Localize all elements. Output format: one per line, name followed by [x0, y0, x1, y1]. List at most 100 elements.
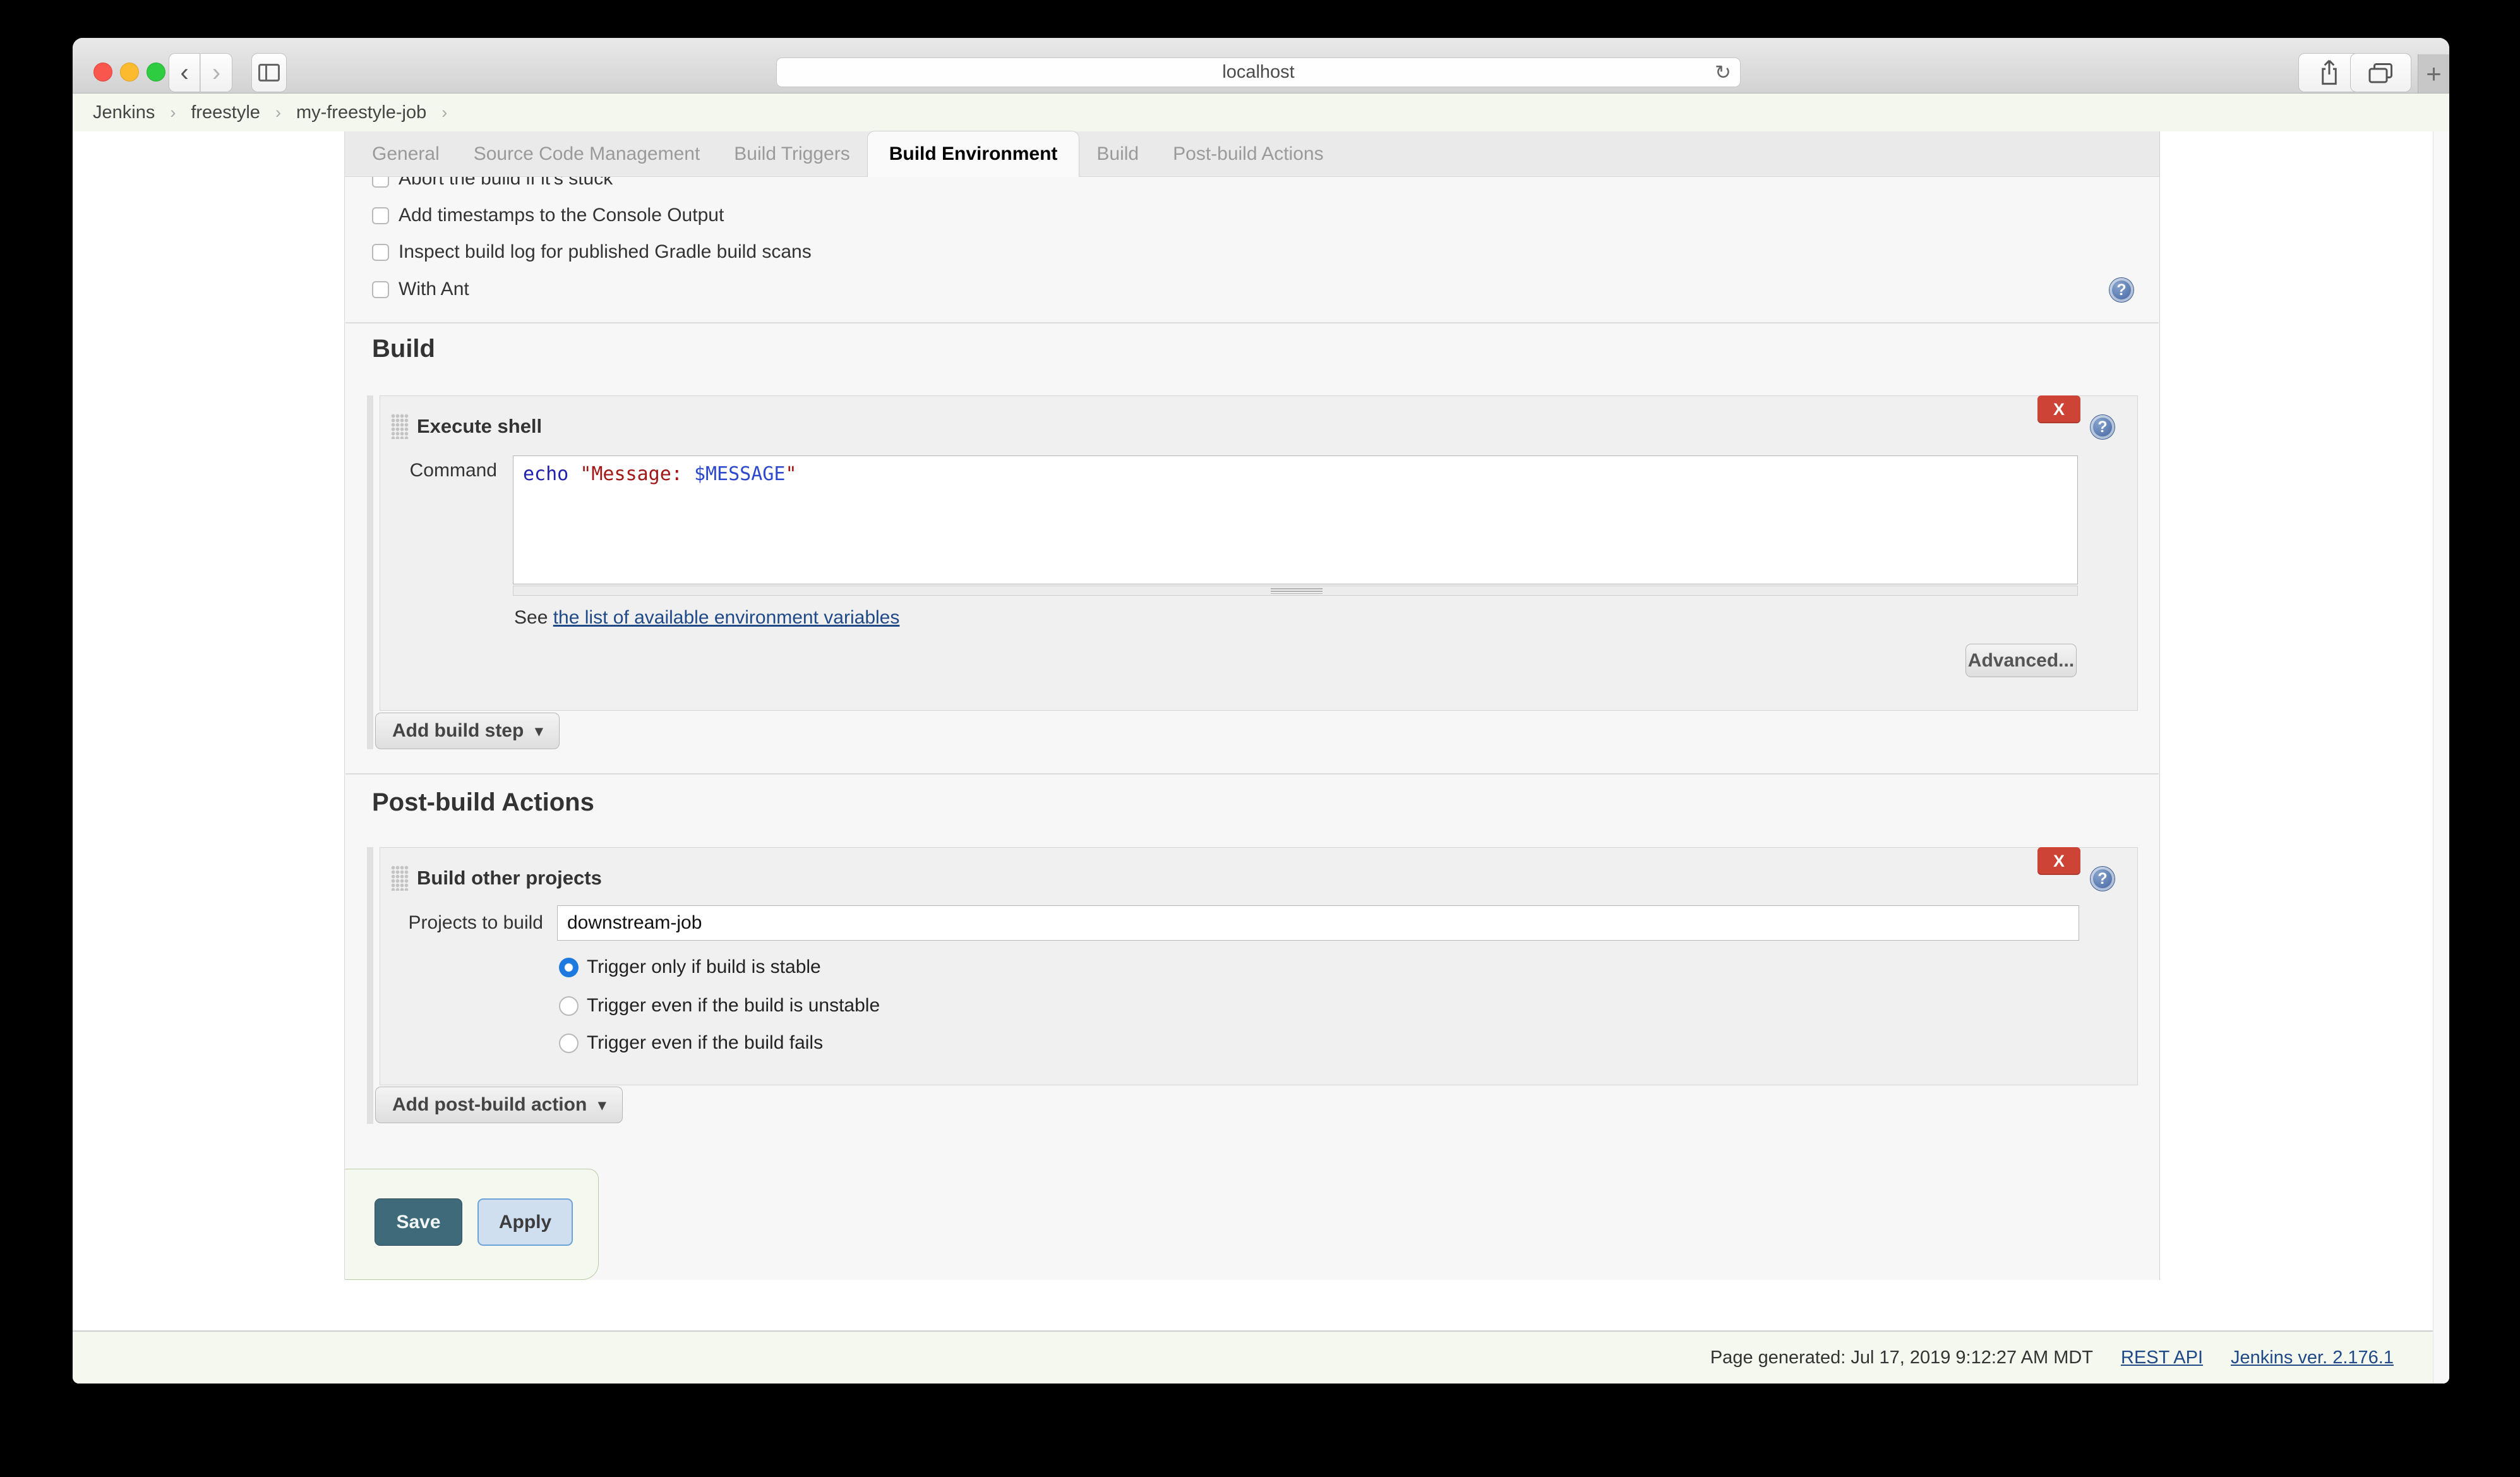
shell-token: " [785, 463, 796, 485]
checkbox-label[interactable]: With Ant [399, 279, 469, 300]
chevron-down-icon: ▾ [598, 1096, 606, 1114]
post-build-action-title: Build other projects [417, 867, 602, 889]
see-prefix: See [514, 607, 553, 628]
back-button[interactable]: ‹ [169, 53, 200, 92]
tab-build-triggers[interactable]: Build Triggers [717, 132, 867, 176]
traffic-lights [93, 63, 165, 81]
address-bar[interactable]: localhost ↻ [776, 57, 1741, 87]
address-bar-url: localhost [1222, 62, 1294, 83]
timestamps-checkbox[interactable] [372, 207, 389, 224]
radio-row-stable: Trigger only if build is stable [559, 955, 821, 979]
trigger-stable-radio[interactable] [559, 958, 579, 977]
textarea-resize-handle[interactable] [513, 586, 2078, 596]
trigger-fails-radio[interactable] [559, 1034, 579, 1053]
breadcrumb-freestyle[interactable]: freestyle [191, 102, 260, 123]
post-build-track [367, 847, 373, 1124]
section-divider [345, 322, 2159, 323]
execute-shell-step: X ? Execute shell Command echo "Message:… [380, 395, 2138, 711]
shell-token: $MESSAGE [694, 463, 786, 485]
bottom-button-panel: Save Apply [345, 1169, 599, 1280]
zoom-window-button[interactable] [147, 63, 165, 81]
forward-button[interactable]: › [201, 53, 232, 92]
chevron-right-icon: › [441, 103, 447, 123]
command-label: Command [405, 460, 497, 481]
projects-to-build-value: downstream-job [567, 912, 702, 934]
new-tab-button[interactable]: + [2418, 54, 2449, 93]
page-footer: Page generated: Jul 17, 2019 9:12:27 AM … [73, 1330, 2449, 1384]
delete-build-step-button[interactable]: X [2037, 395, 2080, 423]
checkbox-label[interactable]: Add timestamps to the Console Output [399, 205, 724, 226]
projects-to-build-input[interactable]: downstream-job [557, 905, 2079, 941]
help-icon[interactable]: ? [2109, 278, 2133, 302]
jenkins-version-link[interactable]: Jenkins ver. 2.176.1 [2231, 1347, 2394, 1368]
browser-window: ‹ › localhost ↻ + [73, 38, 2449, 1384]
tab-post-build-actions[interactable]: Post-build Actions [1156, 132, 1340, 176]
radio-label[interactable]: Trigger only if build is stable [587, 956, 821, 978]
reload-icon[interactable]: ↻ [1715, 61, 1731, 84]
tab-general[interactable]: General [355, 132, 457, 176]
rest-api-link[interactable]: REST API [2121, 1347, 2203, 1368]
shell-token: echo [523, 463, 580, 485]
radio-row-unstable: Trigger even if the build is unstable [559, 994, 880, 1018]
breadcrumb-my-freestyle-job[interactable]: my-freestyle-job [296, 102, 426, 123]
back-icon: ‹ [180, 59, 188, 87]
resize-grip-icon [1271, 588, 1323, 594]
minimize-window-button[interactable] [120, 63, 139, 81]
tab-source-code-management[interactable]: Source Code Management [457, 132, 717, 176]
show-tabs-button[interactable] [2350, 53, 2411, 92]
with-ant-checkbox[interactable] [372, 281, 389, 298]
tab-build[interactable]: Build [1079, 132, 1156, 176]
checkbox-row-timestamps: Add timestamps to the Console Output [372, 196, 724, 235]
add-build-step-button[interactable]: Add build step ▾ [375, 713, 560, 749]
plus-icon: + [2426, 59, 2442, 89]
help-icon[interactable]: ? [2091, 415, 2115, 439]
apply-button[interactable]: Apply [477, 1198, 573, 1246]
radio-row-fails: Trigger even if the build fails [559, 1031, 823, 1055]
trigger-unstable-radio[interactable] [559, 996, 579, 1016]
checkbox-row-with-ant: With Ant [372, 270, 469, 309]
breadcrumb: Jenkins › freestyle › my-freestyle-job › [73, 93, 2449, 131]
drag-handle-icon[interactable] [391, 865, 409, 891]
gradle-scans-checkbox[interactable] [372, 244, 389, 261]
browser-toolbar: ‹ › localhost ↻ + [73, 38, 2449, 93]
section-divider [345, 773, 2159, 775]
environment-variables-hint: See the list of available environment va… [514, 607, 899, 629]
share-icon [2318, 59, 2341, 87]
delete-post-build-action-button[interactable]: X [2037, 847, 2080, 875]
tab-build-environment[interactable]: Build Environment [867, 131, 1080, 177]
environment-variables-link[interactable]: the list of available environment variab… [553, 607, 900, 628]
build-other-projects-action: X ? Build other projects Projects to bui… [380, 847, 2138, 1085]
close-window-button[interactable] [93, 63, 112, 81]
radio-label[interactable]: Trigger even if the build fails [587, 1032, 823, 1054]
question-mark: ? [2097, 418, 2107, 437]
question-mark: ? [2116, 281, 2126, 299]
drag-handle-icon[interactable] [391, 414, 409, 439]
page-generated-text: Page generated: Jul 17, 2019 9:12:27 AM … [1710, 1347, 2093, 1368]
checkbox-row-gradle-scans: Inspect build log for published Gradle b… [372, 232, 812, 272]
chevron-down-icon: ▾ [535, 722, 543, 740]
shell-command-textarea[interactable]: echo "Message: $MESSAGE" [513, 455, 2078, 584]
chevron-right-icon: › [275, 103, 281, 123]
chevron-right-icon: › [170, 103, 176, 123]
sidebar-toggle-button[interactable] [251, 53, 287, 92]
build-step-title: Execute shell [417, 415, 542, 438]
post-build-section-heading: Post-build Actions [372, 788, 594, 817]
tabs-icon [2366, 60, 2396, 85]
scrollbar[interactable] [2433, 131, 2449, 1384]
add-build-step-label: Add build step [392, 720, 524, 742]
sidebar-icon [258, 64, 280, 81]
radio-label[interactable]: Trigger even if the build is unstable [587, 995, 880, 1016]
help-icon[interactable]: ? [2091, 867, 2115, 891]
add-post-build-action-label: Add post-build action [392, 1094, 587, 1116]
config-tab-bar: General Source Code Management Build Tri… [345, 131, 2159, 177]
config-form: Abort the build if it's stuck General So… [344, 131, 2160, 1280]
advanced-button[interactable]: Advanced... [1965, 644, 2077, 677]
breadcrumb-jenkins[interactable]: Jenkins [93, 102, 155, 123]
question-mark: ? [2097, 870, 2107, 888]
add-post-build-action-button[interactable]: Add post-build action ▾ [375, 1087, 623, 1123]
build-step-track [367, 395, 373, 749]
checkbox-label[interactable]: Inspect build log for published Gradle b… [399, 241, 812, 263]
save-button[interactable]: Save [375, 1198, 462, 1246]
forward-icon: › [212, 59, 220, 87]
shell-token: "Message: [580, 463, 694, 485]
